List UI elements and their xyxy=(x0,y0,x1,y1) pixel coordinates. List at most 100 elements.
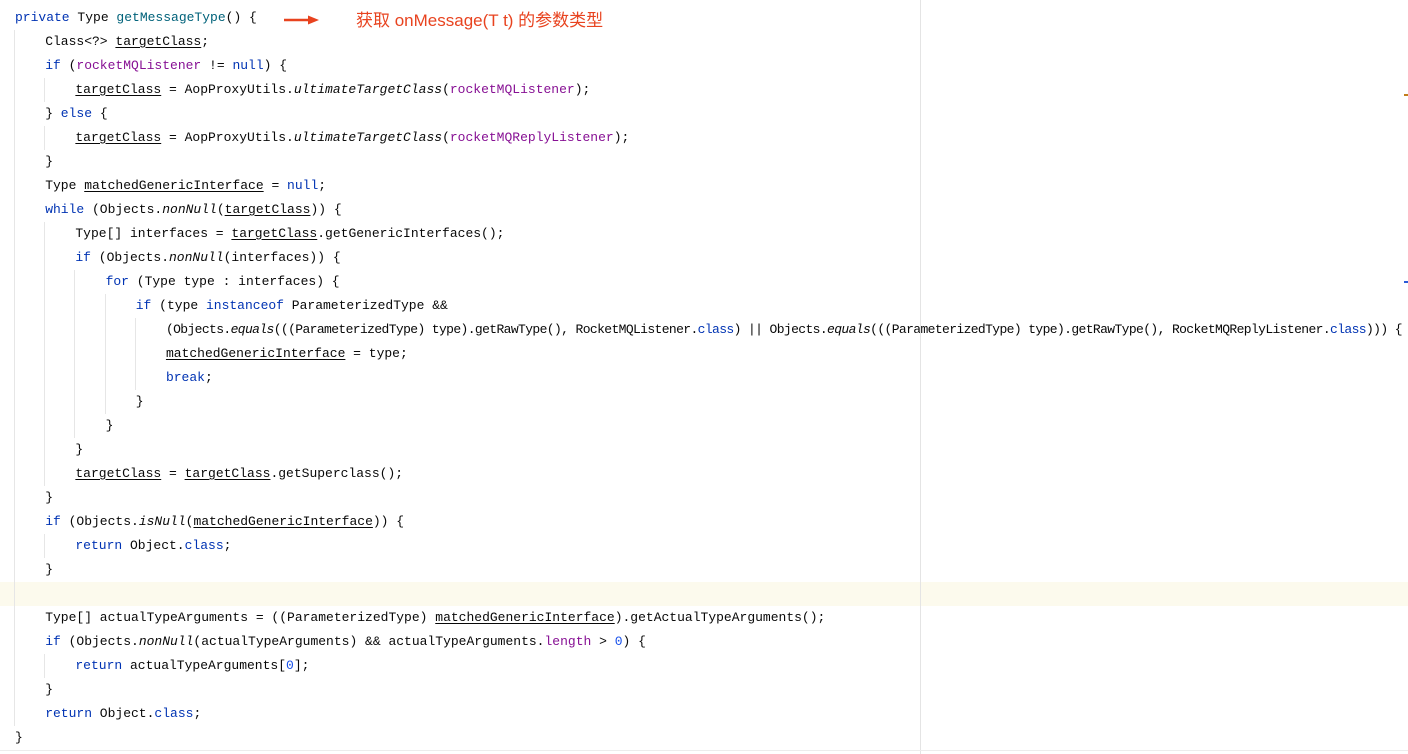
code-text: != xyxy=(201,58,233,73)
code-line[interactable]: } xyxy=(0,486,53,510)
code-line[interactable]: if (Objects.nonNull(interfaces)) { xyxy=(0,246,341,270)
code-line[interactable]: if (Objects.nonNull(actualTypeArguments)… xyxy=(0,630,646,654)
indent-guide xyxy=(14,150,45,174)
code-line[interactable]: matchedGenericInterface = type; xyxy=(0,342,408,366)
code-line[interactable]: if (rocketMQListener != null) { xyxy=(0,54,287,78)
indent-guide xyxy=(14,510,45,534)
code-line[interactable] xyxy=(0,582,1408,606)
indent-guide xyxy=(14,78,45,102)
code-text: = type; xyxy=(345,346,408,361)
code-text: ))) { xyxy=(1365,322,1403,337)
indent-guide xyxy=(14,270,45,294)
reassigned-var: targetClass xyxy=(231,226,318,241)
code-line[interactable]: for (Type type : interfaces) { xyxy=(0,270,340,294)
indent-guide xyxy=(44,534,75,558)
code-line[interactable]: } xyxy=(0,414,113,438)
code-line[interactable]: while (Objects.nonNull(targetClass)) { xyxy=(0,198,342,222)
code-text: } xyxy=(15,730,23,745)
warning-stripe-marker[interactable] xyxy=(1404,94,1408,96)
code-text: .getGenericInterfaces(); xyxy=(317,226,505,241)
reassigned-var: matchedGenericInterface xyxy=(84,178,264,193)
code-text: } xyxy=(45,490,53,505)
code-line[interactable]: } xyxy=(0,150,53,174)
code-line[interactable]: } xyxy=(0,558,53,582)
indent-guide xyxy=(74,318,105,342)
indent-guide xyxy=(14,54,45,78)
static-call: nonNull xyxy=(162,202,217,217)
indent-guide xyxy=(44,222,75,246)
indent-guide xyxy=(14,102,45,126)
code-line[interactable]: targetClass = AopProxyUtils.ultimateTarg… xyxy=(0,126,629,150)
code-text: } xyxy=(45,106,61,121)
indent-guide xyxy=(134,318,166,342)
code-text: Object. xyxy=(92,706,155,721)
indent-guide xyxy=(14,222,45,246)
indent-guide xyxy=(14,198,45,222)
indent-guide xyxy=(14,654,45,678)
code-line[interactable]: Type[] actualTypeArguments = ((Parameter… xyxy=(0,606,825,630)
code-line[interactable]: } else { xyxy=(0,102,108,126)
indent-guide xyxy=(14,438,45,462)
code-text: = xyxy=(161,466,185,481)
code-text: (Objects. xyxy=(90,250,169,265)
indent-guide xyxy=(74,414,105,438)
code-line[interactable]: targetClass = targetClass.getSuperclass(… xyxy=(0,462,403,486)
static-call: isNull xyxy=(138,514,186,529)
code-line[interactable]: (Objects.equals(((ParameterizedType) typ… xyxy=(0,318,1403,342)
code-text: } xyxy=(135,394,144,409)
keyword: if xyxy=(45,514,61,529)
indent-guide xyxy=(14,294,45,318)
indent-guide xyxy=(44,366,75,390)
indent-guide xyxy=(14,342,45,366)
keyword: else xyxy=(60,106,93,121)
indent-guide xyxy=(44,414,75,438)
code-line[interactable]: return Object.class; xyxy=(0,534,231,558)
code-text: ).getActualTypeArguments(); xyxy=(614,610,826,625)
code-text: (((ParameterizedType) type).getRawType()… xyxy=(870,322,1331,337)
code-line[interactable]: } xyxy=(0,726,23,750)
indent-guide xyxy=(44,462,75,486)
code-line[interactable]: if (Objects.isNull(matchedGenericInterfa… xyxy=(0,510,404,534)
indent-guide xyxy=(14,534,45,558)
code-text: Type[] actualTypeArguments = ((Parameter… xyxy=(45,610,436,625)
indent-guide xyxy=(74,342,105,366)
static-call: equals xyxy=(230,322,275,337)
indent-guide xyxy=(14,126,45,150)
code-line[interactable]: } xyxy=(0,438,83,462)
code-line[interactable]: } xyxy=(0,390,144,414)
field-ref: rocketMQListener xyxy=(76,58,202,73)
code-editor[interactable]: private Type getMessageType() {Class<?> … xyxy=(0,6,1408,750)
code-line[interactable]: targetClass = AopProxyUtils.ultimateTarg… xyxy=(0,78,590,102)
indent-guide xyxy=(14,486,45,510)
code-line[interactable]: Class<?> targetClass; xyxy=(0,30,209,54)
keyword: if xyxy=(45,58,61,73)
code-text: () { xyxy=(225,10,257,25)
keyword: class xyxy=(184,538,224,553)
code-text: } xyxy=(75,442,84,457)
code-line[interactable]: private Type getMessageType() { xyxy=(0,6,257,30)
code-text: (type xyxy=(151,298,206,313)
indent-guide xyxy=(104,390,136,414)
code-text: } xyxy=(45,154,53,169)
indent-guide xyxy=(44,78,75,102)
keyword: null xyxy=(232,58,264,73)
code-text: )) { xyxy=(310,202,342,217)
indent-guide xyxy=(44,438,75,462)
reassigned-var: matchedGenericInterface xyxy=(165,346,346,361)
indent-guide xyxy=(14,366,45,390)
code-line[interactable]: return Object.class; xyxy=(0,702,201,726)
code-line[interactable]: Type[] interfaces = targetClass.getGener… xyxy=(0,222,504,246)
indent-guide xyxy=(14,678,45,702)
code-line[interactable]: Type matchedGenericInterface = null; xyxy=(0,174,326,198)
code-line[interactable]: return actualTypeArguments[0]; xyxy=(0,654,309,678)
method-name: getMessageType xyxy=(116,10,226,25)
code-line[interactable]: break; xyxy=(0,366,213,390)
code-text: > xyxy=(591,634,615,649)
keyword: null xyxy=(287,178,319,193)
indent-guide xyxy=(104,366,136,390)
code-line[interactable]: if (type instanceof ParameterizedType && xyxy=(0,294,448,318)
indent-guide xyxy=(14,318,45,342)
code-line[interactable]: } xyxy=(0,678,53,702)
info-stripe-marker[interactable] xyxy=(1404,281,1408,283)
code-text: (((ParameterizedType) type).getRawType()… xyxy=(273,322,699,337)
